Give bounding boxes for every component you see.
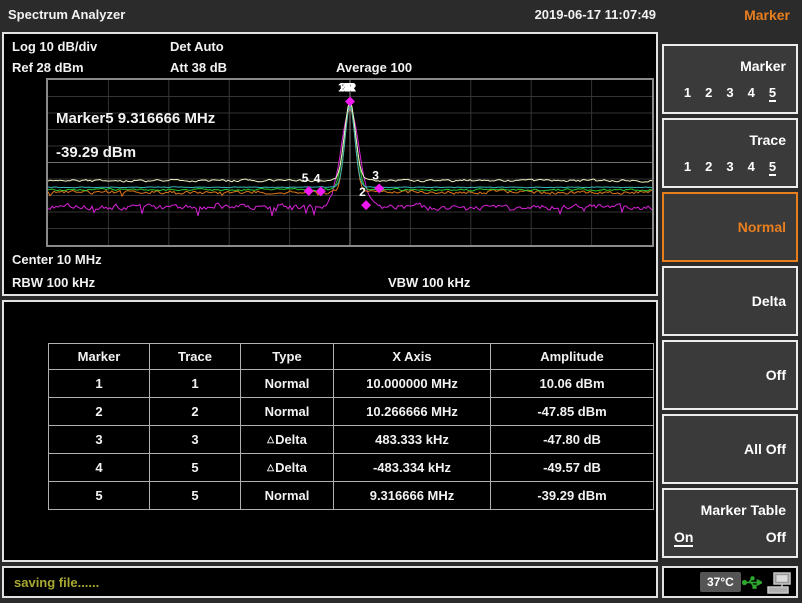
rbw-setting: RBW 100 kHz <box>12 275 95 291</box>
col-header-x-axis: X Axis <box>334 344 491 370</box>
cell-amplitude: -39.29 dBm <box>491 482 654 510</box>
cell-type: Normal <box>241 482 334 510</box>
vbw-setting: VBW 100 kHz <box>388 275 470 291</box>
cell-trace: 2 <box>150 398 241 426</box>
cell-x_axis: 10.000000 MHz <box>334 370 491 398</box>
cell-marker: 2 <box>49 398 150 426</box>
marker-table: MarkerTraceTypeX AxisAmplitude 11Normal1… <box>48 343 654 510</box>
col-header-marker: Marker <box>49 344 150 370</box>
toggle-option-off[interactable]: Off <box>766 529 786 547</box>
softkey-trace[interactable]: Trace 12345 <box>662 118 798 188</box>
cell-x_axis: 10.266666 MHz <box>334 398 491 426</box>
softkey-trace-option-5[interactable]: 5 <box>769 159 776 176</box>
softkey-all-off[interactable]: All Off <box>662 414 798 484</box>
softkey-toggle-row: On Off <box>674 529 786 547</box>
softkey-delta[interactable]: Delta <box>662 266 798 336</box>
cell-amplitude: -49.57 dB <box>491 454 654 482</box>
softkey-trace-option-1[interactable]: 1 <box>684 159 691 176</box>
col-header-trace: Trace <box>150 344 241 370</box>
cell-trace: 3 <box>150 426 241 454</box>
delta-triangle-icon: △ <box>267 434 274 444</box>
attenuation-setting: Att 38 dB <box>170 60 227 76</box>
cell-type: △Delta <box>241 426 334 454</box>
marker-table-row: 33△Delta483.333 kHz-47.80 dB <box>49 426 654 454</box>
svg-text:5: 5 <box>302 171 309 185</box>
spectrum-display: 23451R3R4R <box>46 78 654 247</box>
center-freq: Center 10 MHz <box>12 252 102 268</box>
marker-annotation-amp: -39.29 dBm <box>56 144 136 161</box>
cell-type: △Delta <box>241 454 334 482</box>
softkey-marker-option-2[interactable]: 2 <box>705 85 712 102</box>
softkey-marker-option-5[interactable]: 5 <box>769 85 776 102</box>
svg-text:3: 3 <box>372 168 379 182</box>
cell-marker: 3 <box>49 426 150 454</box>
status-message-box: saving file...... <box>2 566 658 598</box>
cell-x_axis: 483.333 kHz <box>334 426 491 454</box>
softkey-label: Delta <box>752 293 786 309</box>
average-setting: Average 100 <box>336 60 412 76</box>
marker-table-row: 22Normal10.266666 MHz-47.85 dBm <box>49 398 654 426</box>
softkey-trace-option-2[interactable]: 2 <box>705 159 712 176</box>
svg-text:2: 2 <box>359 185 366 199</box>
marker-table-row: 45△Delta-483.334 kHz-49.57 dB <box>49 454 654 482</box>
softkey-number-row: 12345 <box>664 85 796 102</box>
title-bar: Spectrum Analyzer 2019-06-17 11:07:49 Ma… <box>0 0 802 30</box>
softkey-marker[interactable]: Marker 12345 <box>662 44 798 114</box>
status-message: saving file...... <box>14 575 99 590</box>
system-status-box: 37°C <box>662 566 798 598</box>
softkey-label: All Off <box>744 441 786 457</box>
svg-text:4: 4 <box>314 171 321 185</box>
cell-type: Normal <box>241 398 334 426</box>
softkey-label: Trace <box>749 132 786 148</box>
softkey-marker-table[interactable]: Marker Table On Off <box>662 488 798 558</box>
softkey-off[interactable]: Off <box>662 340 798 410</box>
delta-triangle-icon: △ <box>267 462 274 472</box>
softkey-marker-option-3[interactable]: 3 <box>726 85 733 102</box>
marker-table-row: 55Normal9.316666 MHz-39.29 dBm <box>49 482 654 510</box>
datetime-display: 2019-06-17 11:07:49 <box>535 7 656 23</box>
cell-amplitude: -47.85 dBm <box>491 398 654 426</box>
cell-marker: 1 <box>49 370 150 398</box>
cell-trace: 5 <box>150 454 241 482</box>
cell-x_axis: 9.316666 MHz <box>334 482 491 510</box>
cell-x_axis: -483.334 kHz <box>334 454 491 482</box>
ref-level-setting: Ref 28 dBm <box>12 60 84 76</box>
active-menu-title: Marker <box>744 7 790 23</box>
marker-table-header: MarkerTraceTypeX AxisAmplitude <box>49 344 654 370</box>
cell-type: Normal <box>241 370 334 398</box>
temperature-badge: 37°C <box>700 572 741 592</box>
softkey-marker-option-1[interactable]: 1 <box>684 85 691 102</box>
toggle-option-on[interactable]: On <box>674 529 693 547</box>
softkey-normal[interactable]: Normal <box>662 192 798 262</box>
spectrum-analyzer-screen: Spectrum Analyzer 2019-06-17 11:07:49 Ma… <box>0 0 802 603</box>
cell-amplitude: -47.80 dB <box>491 426 654 454</box>
cell-marker: 4 <box>49 454 150 482</box>
softkey-marker-option-4[interactable]: 4 <box>748 85 755 102</box>
softkey-trace-option-3[interactable]: 3 <box>726 159 733 176</box>
softkey-label: Off <box>766 367 786 383</box>
spectrum-chart: 23451R3R4R <box>48 80 652 245</box>
softkey-label: Marker <box>740 58 786 74</box>
softkey-trace-option-4[interactable]: 4 <box>748 159 755 176</box>
pc-icon <box>766 571 792 595</box>
softkey-label: Marker Table <box>701 502 786 518</box>
scale-setting: Log 10 dB/div <box>12 39 97 55</box>
app-title: Spectrum Analyzer <box>8 7 125 23</box>
detector-setting: Det Auto <box>170 39 224 55</box>
marker-table-body: 11Normal10.000000 MHz10.06 dBm22Normal10… <box>49 370 654 510</box>
cell-trace: 5 <box>150 482 241 510</box>
cell-amplitude: 10.06 dBm <box>491 370 654 398</box>
svg-text:4R: 4R <box>341 80 357 94</box>
cell-marker: 5 <box>49 482 150 510</box>
col-header-type: Type <box>241 344 334 370</box>
softkey-number-row: 12345 <box>664 159 796 176</box>
cell-trace: 1 <box>150 370 241 398</box>
marker-annotation-freq: Marker5 9.316666 MHz <box>56 110 215 127</box>
softkey-label: Normal <box>738 219 786 235</box>
marker-table-row: 11Normal10.000000 MHz10.06 dBm <box>49 370 654 398</box>
col-header-amplitude: Amplitude <box>491 344 654 370</box>
usb-icon <box>742 576 762 589</box>
